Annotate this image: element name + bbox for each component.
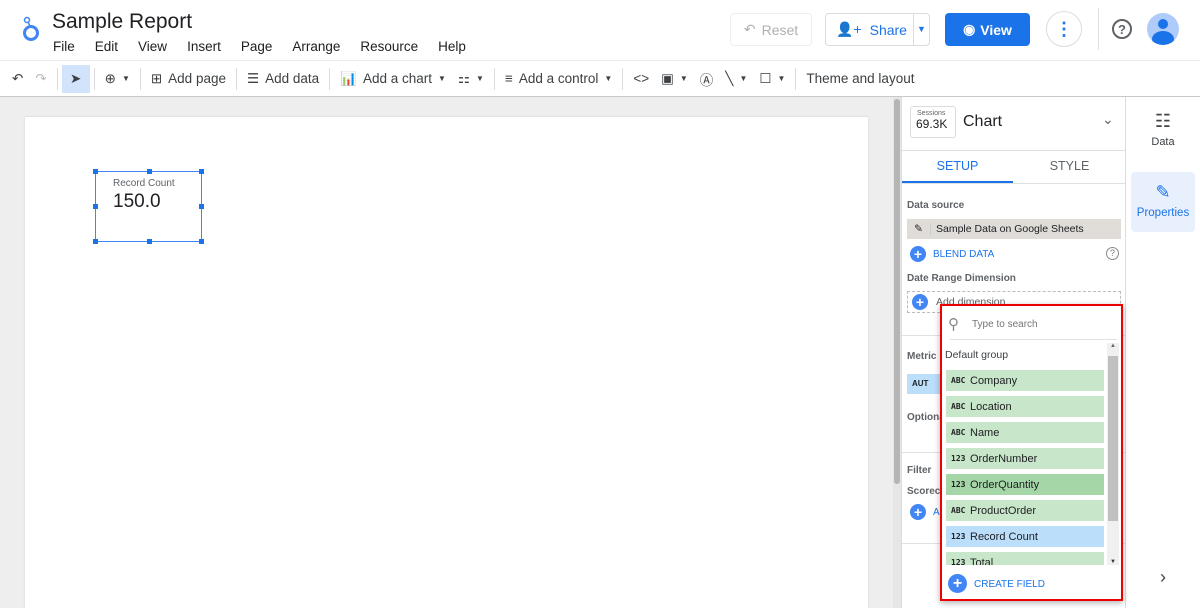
- undo-arrow-icon: ↶: [743, 21, 756, 37]
- field-item-hovered[interactable]: 123 OrderQuantity: [946, 474, 1104, 495]
- blend-data-button[interactable]: BLEND DATA: [933, 249, 994, 260]
- undo-icon[interactable]: ↶: [6, 65, 29, 93]
- image-icon[interactable]: ▣ ▼: [655, 65, 694, 93]
- zoom-in-icon: ⊕: [104, 70, 116, 86]
- group-label: Default group: [945, 349, 1009, 361]
- caret-down-icon: ▼: [604, 74, 613, 83]
- field-item[interactable]: ABC Location: [946, 396, 1104, 417]
- reset-button[interactable]: ↶ Reset: [730, 13, 812, 46]
- pencil-icon[interactable]: ✎: [907, 223, 931, 235]
- view-button[interactable]: ◉ View: [945, 13, 1030, 46]
- caret-down-icon: ▼: [476, 74, 484, 83]
- menu-insert[interactable]: Insert: [187, 39, 221, 54]
- embed-code-icon[interactable]: <>: [627, 65, 655, 93]
- tab-setup[interactable]: SETUP: [902, 153, 1013, 183]
- menu-view[interactable]: View: [138, 39, 167, 54]
- field-item[interactable]: ABC Name: [946, 422, 1104, 443]
- select-cursor-icon[interactable]: ➤: [61, 64, 90, 93]
- rail-data-button[interactable]: ☷ Data: [1130, 111, 1196, 157]
- text-icon[interactable]: Ⓐ: [694, 65, 720, 93]
- menu-page[interactable]: Page: [241, 39, 273, 54]
- field-item[interactable]: ABC Company: [946, 370, 1104, 391]
- chart-type-chip[interactable]: Sessions 69.3K: [910, 106, 956, 138]
- scrollbar-thumb[interactable]: [894, 99, 900, 484]
- tab-style[interactable]: STYLE: [1013, 153, 1126, 183]
- scorecard-chart[interactable]: Record Count 150.0: [93, 169, 204, 244]
- chevron-right-icon[interactable]: ›: [1160, 567, 1166, 588]
- help-icon[interactable]: ?: [1106, 247, 1119, 260]
- data-source-selector[interactable]: ✎ Sample Data on Google Sheets: [907, 219, 1121, 239]
- add-circle-icon: +: [948, 574, 967, 593]
- add-chart-icon: 📊: [340, 70, 357, 86]
- metric-label: Metric: [907, 351, 937, 362]
- shapes-icon: ⚏: [457, 70, 471, 86]
- redo-icon[interactable]: ↷: [29, 65, 52, 93]
- field-picker-dropdown: ⚲ Default group ▲ ▼ ABCCompany ABCLocati…: [940, 304, 1123, 601]
- add-chart-button[interactable]: 📊 Add a chart ▼: [334, 65, 452, 93]
- eye-icon: ◉: [963, 21, 976, 37]
- field-item[interactable]: ABC ProductOrder: [946, 500, 1104, 521]
- looker-studio-logo: [23, 16, 39, 41]
- share-dropdown-icon[interactable]: ▼: [913, 14, 929, 45]
- more-options-icon[interactable]: ⋮: [1046, 11, 1082, 47]
- header: Sample Report File Edit View Insert Page…: [0, 0, 1200, 60]
- avatar[interactable]: [1147, 13, 1179, 45]
- field-search-input[interactable]: [972, 314, 1112, 334]
- add-filter-icon[interactable]: +: [910, 504, 926, 520]
- scorecard-label: Record Count: [113, 178, 175, 189]
- chevron-down-icon[interactable]: ⌄: [1102, 111, 1114, 128]
- caret-down-icon: ▼: [121, 74, 130, 83]
- menu-file[interactable]: File: [53, 39, 75, 54]
- menu-bar: File Edit View Insert Page Arrange Resou…: [53, 39, 486, 54]
- add-data-button[interactable]: ☰ Add data: [241, 65, 325, 93]
- date-range-label: Date Range Dimension: [907, 273, 1016, 284]
- menu-resource[interactable]: Resource: [360, 39, 418, 54]
- toolbar: ↶ ↷ ➤ ⊕ ▼ ⊞ Add page ☰ Add data 📊 Add a char…: [0, 60, 1200, 97]
- divider: [1098, 8, 1099, 50]
- right-rail: ☷ Data ✎ Properties ›: [1126, 97, 1200, 608]
- filter-label: Filter: [907, 465, 932, 476]
- caret-down-icon: ▼: [438, 74, 446, 83]
- share-button[interactable]: 👤+ Share ▼: [825, 13, 930, 46]
- pencil-icon: ✎: [1155, 182, 1171, 202]
- menu-help[interactable]: Help: [438, 39, 466, 54]
- menu-edit[interactable]: Edit: [95, 39, 118, 54]
- rectangle-icon[interactable]: ☐ ▼: [753, 65, 791, 93]
- dropdown-scrollbar[interactable]: ▲ ▼: [1107, 343, 1119, 565]
- panel-title: Chart: [963, 113, 1003, 130]
- field-item[interactable]: 123 OrderNumber: [946, 448, 1104, 469]
- add-control-button[interactable]: ≡ Add a control ▼: [499, 65, 618, 93]
- help-icon[interactable]: ?: [1112, 19, 1132, 39]
- menu-arrange[interactable]: Arrange: [292, 39, 340, 54]
- add-person-icon: 👤+: [836, 21, 862, 37]
- data-source-label: Data source: [907, 200, 965, 211]
- rail-properties-button[interactable]: ✎ Properties: [1131, 172, 1195, 232]
- add-circle-icon: +: [912, 294, 928, 310]
- scorecard-value: 150.0: [113, 191, 161, 212]
- theme-layout-button[interactable]: Theme and layout: [800, 65, 920, 93]
- add-page-icon: ⊞: [150, 70, 163, 86]
- add-page-button[interactable]: ⊞ Add page: [145, 65, 232, 93]
- line-icon[interactable]: ╲ ▼: [719, 65, 753, 93]
- filter-add-icon: ≡: [504, 71, 513, 86]
- add-circle-icon: +: [910, 246, 926, 262]
- create-field-button[interactable]: CREATE FIELD: [974, 579, 1045, 590]
- report-title[interactable]: Sample Report: [52, 10, 192, 34]
- field-item[interactable]: 123 Total: [946, 552, 1104, 565]
- add-data-icon: ☰: [246, 70, 260, 86]
- community-viz-button[interactable]: ⚏ ▼: [452, 65, 490, 93]
- field-list: ABC Company ABC Location ABC Name 123 OrderN…: [942, 368, 1107, 565]
- field-item-selected[interactable]: 123 Record Count: [946, 526, 1104, 547]
- search-icon: ⚲: [948, 316, 959, 333]
- zoom-button[interactable]: ⊕ ▼: [99, 65, 136, 93]
- database-icon: ☷: [1154, 111, 1172, 131]
